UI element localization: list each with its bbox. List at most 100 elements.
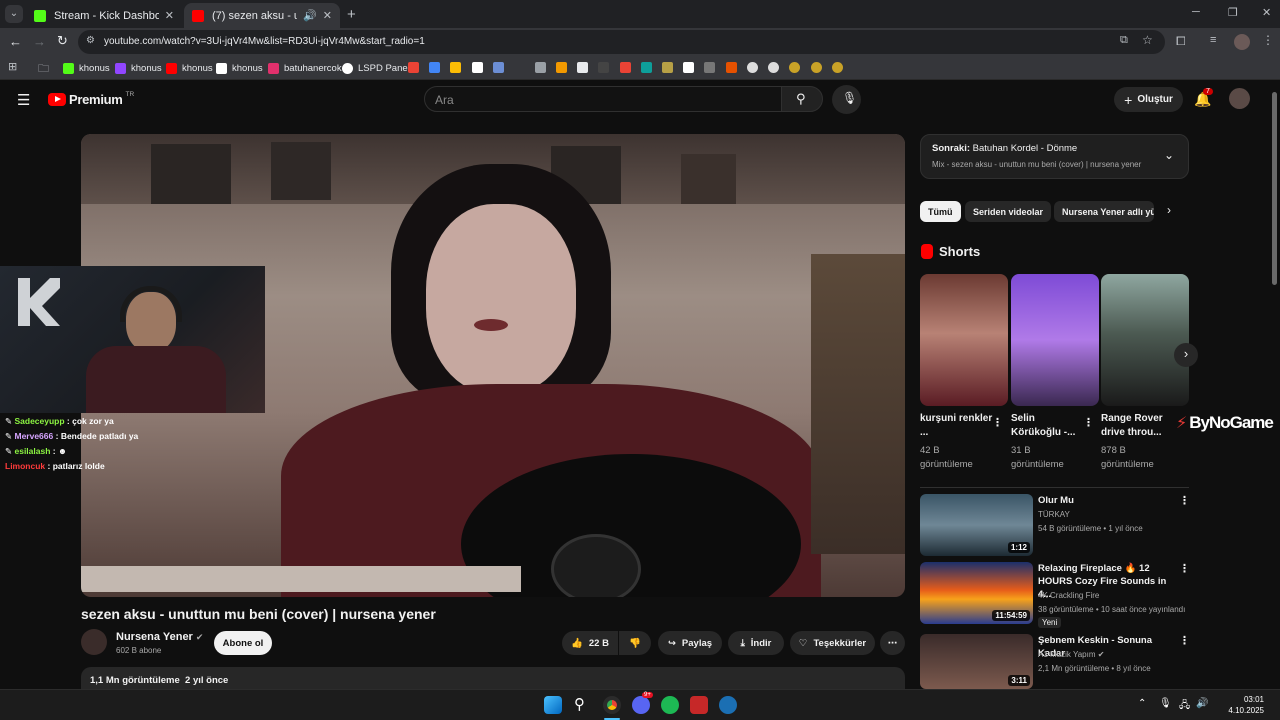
bookmark-icon[interactable] [472, 62, 483, 73]
short-thumbnail[interactable] [1011, 274, 1099, 406]
discord-icon[interactable]: 9+ [632, 692, 653, 714]
start-icon[interactable] [544, 696, 562, 714]
video-channel[interactable]: A1 Müzik Yapım ✔ [1038, 650, 1104, 659]
bookmark-lspd[interactable]: LSPD Panel [342, 60, 410, 76]
bookmark-icon[interactable] [811, 62, 822, 73]
app-icon[interactable] [690, 696, 708, 714]
folder-icon[interactable]: 🗀 [38, 60, 49, 79]
short-title[interactable]: kurşuni renkler ... [920, 412, 996, 440]
forward-icon[interactable]: → [33, 34, 46, 49]
volume-icon[interactable]: 🔊 [1196, 698, 1208, 709]
bookmark-icon[interactable] [662, 62, 673, 73]
search-input[interactable]: Ara [424, 86, 782, 112]
create-button[interactable]: + Oluştur [1114, 87, 1183, 112]
chrome-icon[interactable] [603, 696, 621, 714]
more-vert-icon[interactable]: ⋮ [1179, 562, 1190, 575]
address-bar[interactable]: ⚙ youtube.com/watch?v=3Ui-jqVr4Mw&list=R… [78, 30, 1165, 54]
profile-avatar[interactable] [1234, 34, 1250, 50]
hamburger-menu-icon[interactable]: ☰ [17, 91, 30, 109]
steam-icon[interactable] [719, 696, 737, 714]
short-thumbnail[interactable] [920, 274, 1008, 406]
close-tab-icon[interactable]: ✕ [323, 9, 332, 22]
video-channel[interactable]: 4K Crackling Fire [1038, 591, 1099, 600]
download-button[interactable]: ⤓ İndir [728, 631, 784, 655]
video-thumbnail[interactable]: 11:54:59 [920, 562, 1033, 624]
thanks-button[interactable]: ♡ Teşekkürler [790, 631, 875, 655]
reading-list-icon[interactable]: ≡ [1210, 34, 1216, 46]
up-next-panel[interactable]: Sonraki: Batuhan Kordel - Dönme Mix - se… [920, 134, 1189, 179]
search-icon[interactable]: ⚲ [574, 695, 585, 713]
more-vert-icon[interactable]: ⋮ [1083, 416, 1094, 429]
bookmark-x[interactable]: khonus [216, 60, 263, 76]
video-thumbnail[interactable]: 3:11 [920, 634, 1033, 689]
site-info-icon[interactable]: ⚙ [86, 35, 95, 46]
chip-uploads[interactable]: Nursena Yener adlı yüklemeler [1054, 201, 1154, 222]
notifications-button[interactable]: 🔔 7 [1194, 88, 1213, 109]
close-tab-icon[interactable]: ✕ [165, 9, 174, 22]
short-title[interactable]: Range Rover drive throu... [1101, 412, 1173, 440]
short-thumbnail[interactable] [1101, 274, 1189, 406]
bookmark-icon[interactable] [747, 62, 758, 73]
channel-name[interactable]: Nursena Yener ✔ [116, 631, 203, 643]
chips-next-icon[interactable]: › [1167, 203, 1171, 217]
bookmark-icon[interactable] [641, 62, 652, 73]
bookmark-icon[interactable] [577, 62, 588, 73]
audio-playing-icon[interactable]: 🔊 [303, 9, 317, 22]
extensions-icon[interactable]: ⧠ [1176, 34, 1186, 49]
video-channel[interactable]: TÜRKAY [1038, 510, 1070, 519]
minimize-button[interactable]: ─ [1192, 6, 1200, 18]
more-vert-icon[interactable]: ⋮ [1179, 494, 1190, 507]
bookmark-icon[interactable] [493, 62, 504, 73]
page-scrollbar[interactable] [1272, 92, 1277, 285]
more-vert-icon[interactable]: ⋮ [992, 416, 1003, 429]
install-app-icon[interactable]: ⧉ [1120, 34, 1128, 47]
share-button[interactable]: ↪ Paylaş [658, 631, 722, 655]
short-title[interactable]: Selin Körükoğlu -... [1011, 412, 1087, 440]
search-button[interactable]: ⚲ [781, 86, 823, 112]
tab-search-button[interactable]: ⌄ [5, 5, 23, 23]
bookmark-kick[interactable]: khonus [63, 60, 110, 76]
bookmark-icon[interactable] [620, 62, 631, 73]
channel-avatar[interactable] [81, 629, 107, 655]
bookmark-twitch[interactable]: khonus [115, 60, 162, 76]
bookmark-instagram[interactable]: batuhanercok [268, 60, 342, 76]
more-actions-button[interactable]: ⋯ [880, 631, 905, 655]
account-avatar[interactable] [1229, 88, 1250, 109]
new-tab-button[interactable]: + [347, 6, 356, 23]
video-title[interactable]: Olur Mu [1038, 494, 1176, 507]
bookmark-icon[interactable] [535, 62, 546, 73]
voice-search-button[interactable]: 🎙 [832, 85, 861, 114]
subscribe-button[interactable]: Abone ol [214, 631, 272, 655]
chip-series[interactable]: Seriden videolar [965, 201, 1052, 222]
network-icon[interactable]: 🖧 [1179, 698, 1190, 715]
video-thumbnail[interactable]: 1:12 [920, 494, 1033, 556]
clock[interactable]: 03:01 4.10.2025 [1214, 694, 1264, 716]
bookmark-star-icon[interactable]: ☆ [1142, 33, 1153, 47]
like-button[interactable]: 👍 22 B [562, 631, 618, 655]
shorts-next-button[interactable]: › [1174, 343, 1198, 367]
reload-icon[interactable]: ↻ [57, 33, 68, 49]
youtube-logo[interactable]: Premium TR [48, 91, 134, 107]
bookmark-icon[interactable] [683, 62, 694, 73]
chip-all[interactable]: Tümü [920, 201, 961, 222]
bookmark-icon[interactable] [556, 62, 567, 73]
bookmark-icon[interactable] [704, 62, 715, 73]
bookmark-icon[interactable] [726, 62, 737, 73]
gmail-icon[interactable] [450, 62, 461, 73]
maximize-button[interactable]: ❐ [1228, 6, 1238, 19]
dislike-button[interactable]: 👎 [619, 631, 651, 655]
chevron-down-icon[interactable]: ⌄ [1164, 148, 1174, 162]
more-vert-icon[interactable]: ⋮ [1179, 634, 1190, 647]
gmail-icon[interactable] [429, 62, 440, 73]
gmail-icon[interactable] [408, 62, 419, 73]
bookmark-icon[interactable] [789, 62, 800, 73]
tab-youtube[interactable]: (7) sezen aksu - unuttun mu beni (cover)… [184, 3, 340, 28]
bookmark-icon[interactable] [832, 62, 843, 73]
bookmark-icon[interactable] [598, 62, 609, 73]
bookmark-youtube[interactable]: khonus [166, 60, 213, 76]
apps-grid-icon[interactable]: ⊞ [8, 60, 17, 73]
menu-icon[interactable]: ⋮ [1262, 33, 1274, 47]
bookmark-icon[interactable] [768, 62, 779, 73]
tray-chevron-icon[interactable]: ⌃ [1138, 698, 1146, 709]
spotify-icon[interactable] [661, 696, 679, 714]
